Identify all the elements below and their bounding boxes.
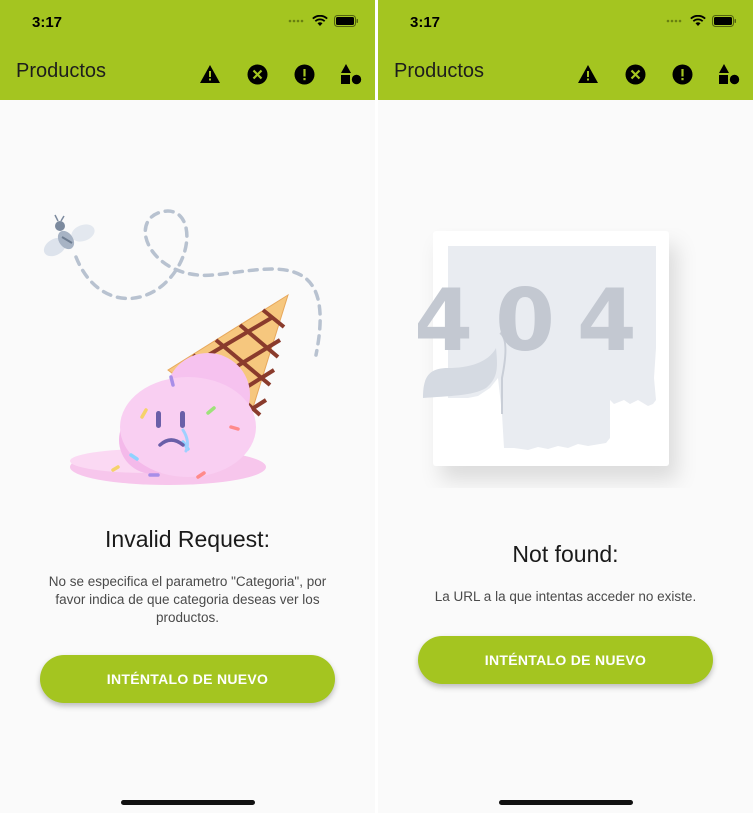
wifi-icon (690, 15, 706, 26)
404-text: 404 (418, 271, 659, 371)
status-icons (288, 15, 359, 27)
retry-button[interactable]: INTÉNTALO DE NUEVO (418, 636, 713, 684)
error-message: No se especifica el parametro "Categoria… (48, 574, 327, 625)
melted-ice-cream-icon (43, 209, 322, 485)
home-indicator (121, 800, 255, 805)
error-circle-icon[interactable] (292, 62, 316, 86)
cancel-circle-icon[interactable] (623, 62, 647, 86)
retry-button[interactable]: INTÉNTALO DE NUEVO (40, 655, 335, 703)
category-shapes-icon[interactable] (717, 62, 741, 86)
app-title: Productos (16, 60, 107, 82)
category-shapes-icon[interactable] (339, 62, 363, 86)
app-title: Productos (394, 60, 485, 82)
phone-screen-invalid-request: 3:17 Productos Invalid Request: No se es… (0, 0, 375, 813)
error-message: La URL a la que intentas acceder no exis… (434, 589, 697, 604)
phone-screen-not-found: 3:17 Productos 404 Not found: La URL a l… (378, 0, 753, 813)
404-illustration: 404 (418, 231, 669, 466)
cancel-circle-icon[interactable] (245, 62, 269, 86)
signal-icon (666, 19, 682, 23)
status-icons (666, 15, 737, 27)
app-bar: 3:17 Productos (378, 0, 753, 100)
error-heading: Invalid Request: (105, 526, 270, 552)
app-bar: 3:17 Productos (0, 0, 375, 100)
status-time: 3:17 (410, 14, 441, 31)
app-bar-actions (576, 62, 741, 86)
home-indicator (499, 800, 633, 805)
wifi-icon (312, 15, 328, 26)
error-heading: Not found: (512, 541, 619, 567)
battery-icon (712, 15, 736, 27)
battery-icon (334, 15, 358, 27)
warning-triangle-icon[interactable] (576, 62, 600, 86)
status-time: 3:17 (32, 14, 63, 31)
error-circle-icon[interactable] (670, 62, 694, 86)
signal-icon (288, 19, 304, 23)
warning-triangle-icon[interactable] (198, 62, 222, 86)
app-bar-actions (198, 62, 363, 86)
